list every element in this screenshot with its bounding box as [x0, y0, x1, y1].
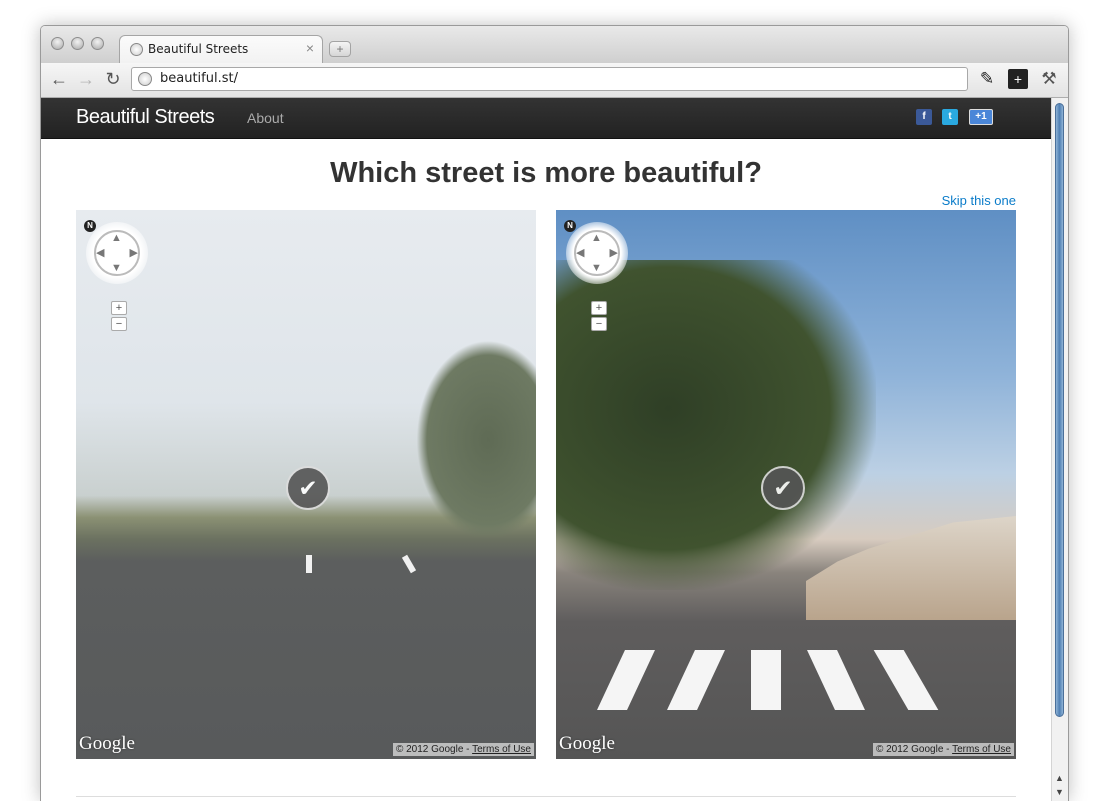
copyright-text: © 2012 Google - [875, 744, 953, 755]
vote-left-button[interactable]: ✔ [286, 466, 330, 510]
brand-link[interactable]: Beautiful Streets [76, 106, 215, 129]
scrollbar-thumb[interactable] [1055, 103, 1064, 717]
window-controls [51, 37, 104, 50]
wrench-icon[interactable]: ⚒ [1039, 69, 1059, 89]
tree-shape [416, 340, 536, 540]
close-tab-icon[interactable]: × [306, 40, 314, 56]
pin-extension-icon[interactable]: ✎ [977, 69, 997, 89]
crosswalk-stripe [873, 650, 939, 710]
browser-window: Beautiful Streets × + ← → ↻ beautiful.st… [40, 25, 1069, 801]
browser-tab[interactable]: Beautiful Streets × [119, 35, 323, 63]
site-navbar: Beautiful Streets About f t +1 [41, 98, 1051, 139]
scroll-up-icon[interactable]: ▲ [1055, 773, 1064, 783]
pan-control[interactable]: ▲ ◀ ▶ ▼ N [564, 220, 628, 284]
pan-control[interactable]: ▲ ◀ ▶ ▼ N [84, 220, 148, 284]
minimize-window-button[interactable] [71, 37, 84, 50]
vertical-scrollbar[interactable]: ▲ ▼ [1051, 98, 1068, 801]
page-content: Beautiful Streets About f t +1 Which str… [41, 98, 1051, 801]
zoom-in-button[interactable]: + [591, 301, 607, 315]
pan-arrows-icon[interactable]: ▲ ◀ ▶ ▼ [574, 230, 620, 276]
crosswalk-stripe [751, 650, 781, 710]
address-bar[interactable]: beautiful.st/ [131, 67, 968, 91]
vote-right-button[interactable]: ✔ [761, 466, 805, 510]
page-title: Which street is more beautiful? [330, 157, 762, 189]
zoom-control: + − [111, 301, 127, 333]
browser-toolbar: ← → ↻ beautiful.st/ ✎ + ⚒ [41, 63, 1068, 98]
zoom-control: + − [591, 301, 607, 333]
new-tab-button[interactable]: + [329, 41, 351, 57]
copyright-text: © 2012 Google - [395, 744, 473, 755]
crosswalk-stripe [807, 650, 865, 710]
zoom-in-button[interactable]: + [111, 301, 127, 315]
copyright-notice: © 2012 Google - Terms of Use [392, 743, 534, 756]
street-view-left[interactable]: ▲ ◀ ▶ ▼ N + − ✔ Google © 2012 Google - T… [76, 210, 536, 759]
terms-of-use-link[interactable]: Terms of Use [472, 744, 531, 755]
globe-icon [130, 43, 143, 56]
scroll-down-icon[interactable]: ▼ [1055, 787, 1064, 797]
street-view-right[interactable]: ▲ ◀ ▶ ▼ N + − ✔ Google © 2012 Google - T… [556, 210, 1016, 759]
zoom-out-button[interactable]: − [111, 317, 127, 331]
google-logo: Google [79, 733, 135, 754]
reload-icon[interactable]: ↻ [103, 69, 123, 89]
title-bar: Beautiful Streets × + [41, 26, 1068, 63]
lane-marking [306, 555, 312, 573]
terms-of-use-link[interactable]: Terms of Use [952, 744, 1011, 755]
crosswalk-stripe [597, 650, 655, 710]
back-arrow-icon[interactable]: ← [49, 69, 69, 89]
skip-link[interactable]: Skip this one [942, 193, 1016, 208]
lane-marking [401, 554, 417, 574]
crosswalk-stripe [667, 650, 725, 710]
section-divider [76, 796, 1016, 797]
north-indicator: N [84, 220, 96, 232]
plus-one-button[interactable]: +1 [969, 109, 993, 125]
close-window-button[interactable] [51, 37, 64, 50]
copyright-notice: © 2012 Google - Terms of Use [872, 743, 1014, 756]
twitter-icon[interactable]: t [942, 109, 958, 125]
forward-arrow-icon[interactable]: → [76, 69, 96, 89]
pan-arrows-icon[interactable]: ▲ ◀ ▶ ▼ [94, 230, 140, 276]
url-text: beautiful.st/ [160, 71, 238, 86]
facebook-icon[interactable]: f [916, 109, 932, 125]
add-extension-icon[interactable]: + [1008, 69, 1028, 89]
zoom-window-button[interactable] [91, 37, 104, 50]
nav-about-link[interactable]: About [247, 110, 284, 126]
globe-icon [138, 72, 152, 86]
google-logo: Google [559, 733, 615, 754]
tab-title: Beautiful Streets [148, 42, 249, 56]
zoom-out-button[interactable]: − [591, 317, 607, 331]
north-indicator: N [564, 220, 576, 232]
